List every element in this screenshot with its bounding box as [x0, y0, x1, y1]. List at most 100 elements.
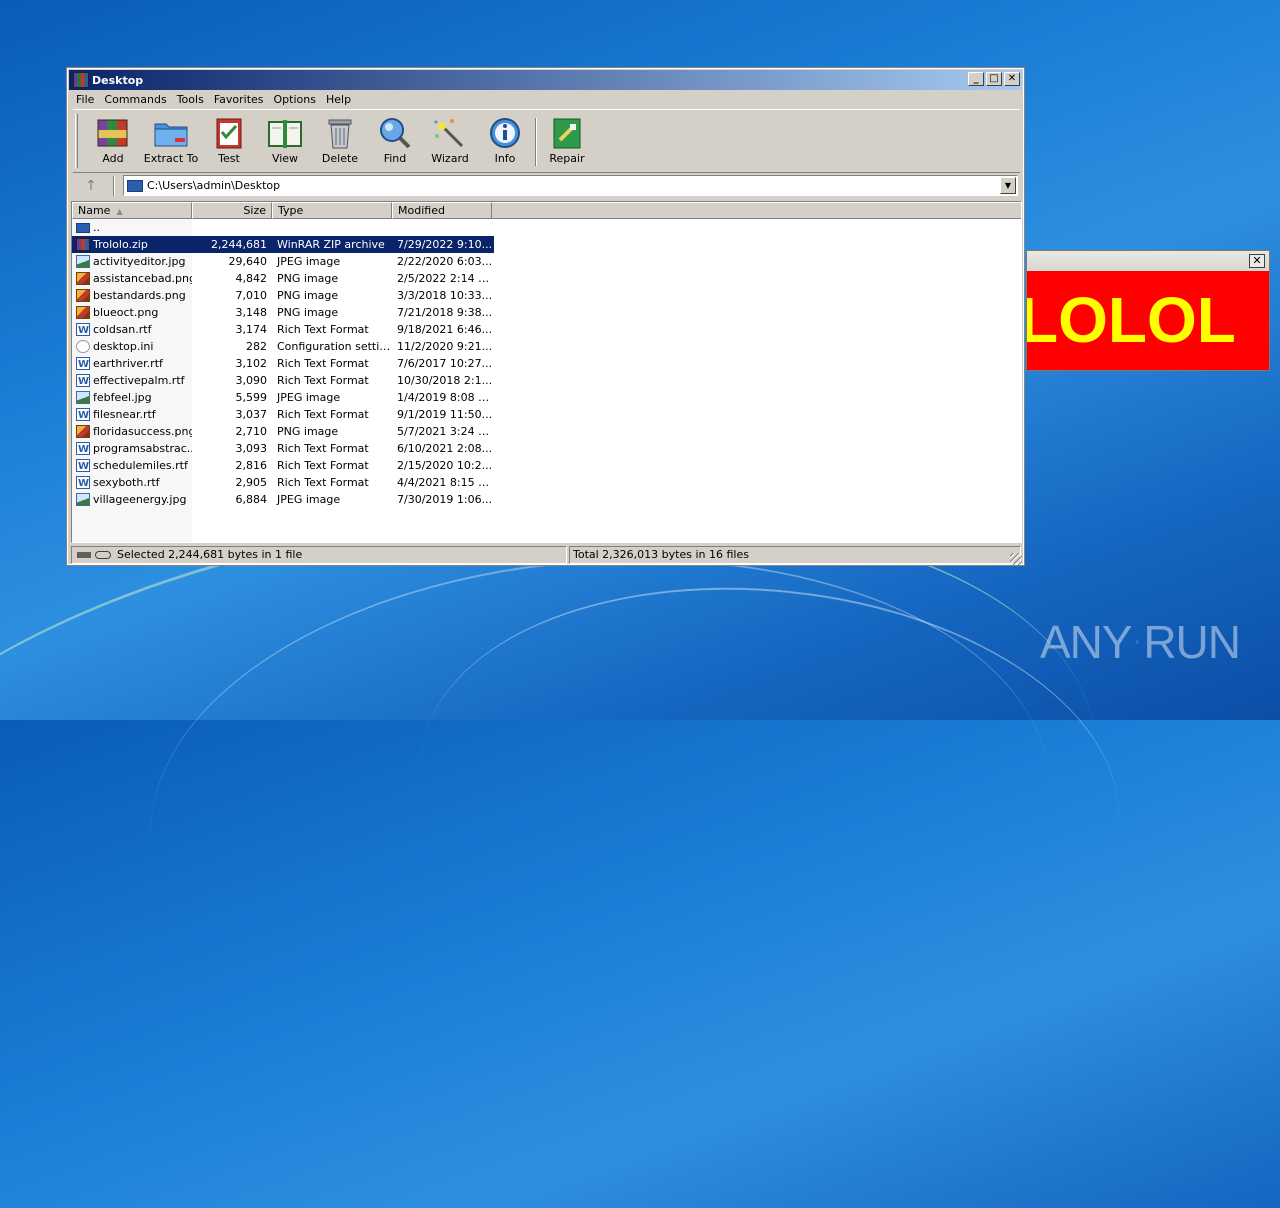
file-name: bestandards.png — [93, 289, 186, 302]
file-size: 2,244,681 — [192, 236, 272, 253]
file-row[interactable]: febfeel.jpg 5,599 JPEG image 1/4/2019 8:08 … — [72, 389, 494, 406]
status-selected-text: Selected 2,244,681 bytes in 1 file — [117, 548, 303, 561]
extract-to-button[interactable]: Extract To — [141, 114, 201, 170]
file-size: 3,102 — [235, 357, 268, 370]
address-field[interactable]: C:\Users\admin\Desktop ▼ — [123, 175, 1018, 196]
menu-file[interactable]: File — [71, 93, 99, 106]
menu-options[interactable]: Options — [269, 93, 321, 106]
file-row[interactable]: desktop.ini 282 Configuration settings 11/2… — [72, 338, 494, 355]
status-bar: Selected 2,244,681 bytes in 1 file Total… — [69, 546, 1022, 565]
column-size[interactable]: Size — [192, 202, 272, 219]
file-size: 2,816 — [235, 459, 268, 472]
toolbar-grip[interactable] — [75, 114, 78, 168]
delete-label: Delete — [321, 152, 359, 165]
file-row[interactable]: effectivepalm.rtf 3,090 Rich Text Format 10… — [72, 372, 494, 389]
close-button[interactable]: ✕ — [1004, 72, 1020, 86]
file-name-cell: sexyboth.rtf — [72, 474, 192, 491]
file-name-cell: .. — [72, 219, 192, 236]
file-name-cell: schedulemiles.rtf — [72, 457, 192, 474]
add-button[interactable]: Add — [83, 114, 143, 170]
up-folder-button[interactable]: ↑ — [81, 177, 101, 195]
file-name: floridasuccess.png — [93, 425, 192, 438]
info-label: Info — [494, 152, 516, 165]
file-name: villageenergy.jpg — [93, 493, 187, 506]
file-modified: 7/30/2019 1:06... — [397, 493, 493, 506]
jpeg-file-icon — [76, 391, 90, 404]
png-file-icon — [76, 272, 90, 285]
maximize-button[interactable]: □ — [986, 72, 1002, 86]
file-type: Rich Text Format — [277, 408, 369, 421]
file-row[interactable]: bestandards.png 7,010 PNG image 3/3/2018 10… — [72, 287, 494, 304]
file-name-cell: bestandards.png — [72, 287, 192, 304]
popup-close-button[interactable]: ✕ — [1249, 254, 1265, 268]
address-dropdown-button[interactable]: ▼ — [1000, 177, 1016, 194]
file-name-cell: desktop.ini — [72, 338, 192, 355]
file-row[interactable]: schedulemiles.rtf 2,816 Rich Text Format 2/… — [72, 457, 494, 474]
column-modified[interactable]: Modified — [392, 202, 492, 219]
settings-file-icon — [76, 340, 90, 353]
file-row[interactable]: .. — [72, 219, 494, 236]
column-name[interactable]: Name ▲ — [72, 202, 192, 219]
file-type: Configuration settings — [277, 340, 392, 353]
column-name-label: Name — [78, 204, 111, 217]
sort-ascending-icon: ▲ — [116, 207, 123, 216]
repair-button[interactable]: Repair — [537, 114, 597, 170]
file-size: 3,093 — [235, 442, 268, 455]
file-modified: 4/4/2021 8:15 AM — [397, 476, 494, 489]
view-button[interactable]: View — [255, 114, 315, 170]
file-row[interactable]: activityeditor.jpg 29,640 JPEG image 2/22/2… — [72, 253, 494, 270]
book-icon — [267, 116, 303, 150]
clipboard-check-icon — [211, 116, 247, 150]
file-name: blueoct.png — [93, 306, 159, 319]
file-row[interactable]: filesnear.rtf 3,037 Rich Text Format 9/1/20… — [72, 406, 494, 423]
view-label: View — [271, 152, 299, 165]
file-type: Rich Text Format — [277, 476, 369, 489]
file-name: Trololo.zip — [93, 238, 148, 251]
file-row[interactable]: blueoct.png 3,148 PNG image 7/21/2018 9:38.… — [72, 304, 494, 321]
find-button[interactable]: Find — [365, 114, 425, 170]
rtf-document-icon — [76, 441, 90, 457]
menu-help[interactable]: Help — [321, 93, 356, 106]
find-label: Find — [383, 152, 407, 165]
wizard-button[interactable]: Wizard — [420, 114, 480, 170]
test-label: Test — [218, 152, 240, 165]
status-total-pane: Total 2,326,013 bytes in 16 files — [569, 546, 1021, 564]
menu-commands[interactable]: Commands — [99, 93, 171, 106]
file-row[interactable]: coldsan.rtf 3,174 Rich Text Format 9/18/202… — [72, 321, 494, 338]
file-type: WinRAR ZIP archive — [272, 236, 392, 253]
lolol-popup-window[interactable]: ✕ LOLOL — [1026, 250, 1270, 371]
toolbar: Add Extract To Test View Delete Find Wiz… — [73, 109, 1020, 173]
test-button[interactable]: Test — [199, 114, 259, 170]
info-button[interactable]: Info — [475, 114, 535, 170]
file-row[interactable]: earthriver.rtf 3,102 Rich Text Format 7/6/2… — [72, 355, 494, 372]
file-row[interactable]: villageenergy.jpg 6,884 JPEG image 7/30/201… — [72, 491, 494, 508]
file-size: 7,010 — [235, 289, 268, 302]
delete-button[interactable]: Delete — [310, 114, 370, 170]
file-list[interactable]: Name ▲ Size Type Modified .. Trololo.zip 2,… — [71, 201, 1022, 543]
file-row[interactable]: programsabstrac... 3,093 Rich Text Format 6… — [72, 440, 494, 457]
winrar-window: Desktop _ □ ✕ File Commands Tools Favori… — [66, 67, 1025, 566]
column-type[interactable]: Type — [272, 202, 392, 219]
file-size: 5,599 — [235, 391, 268, 404]
file-row[interactable]: Trololo.zip 2,244,681 WinRAR ZIP archive 7/… — [72, 236, 494, 253]
jpeg-file-icon — [76, 255, 90, 268]
file-modified: 11/2/2020 9:21... — [397, 340, 493, 353]
jpeg-file-icon — [76, 493, 90, 506]
file-type: PNG image — [277, 306, 339, 319]
resize-grip[interactable] — [1010, 553, 1022, 565]
file-row[interactable]: floridasuccess.png 2,710 PNG image 5/7/2021… — [72, 423, 494, 440]
menu-favorites[interactable]: Favorites — [209, 93, 269, 106]
popup-titlebar[interactable]: ✕ — [1027, 251, 1269, 271]
file-row[interactable]: assistancebad.png 4,842 PNG image 2/5/2022 … — [72, 270, 494, 287]
file-rows: .. Trololo.zip 2,244,681 WinRAR ZIP archive… — [72, 219, 494, 508]
repair-kit-icon — [549, 116, 585, 150]
menu-tools[interactable]: Tools — [172, 93, 209, 106]
window-titlebar[interactable]: Desktop _ □ ✕ — [69, 70, 1022, 90]
file-modified: 9/18/2021 6:46... — [397, 323, 493, 336]
file-row[interactable]: sexyboth.rtf 2,905 Rich Text Format 4/4/202… — [72, 474, 494, 491]
watermark-text-right: RUN — [1143, 616, 1241, 668]
window-title: Desktop — [92, 73, 144, 87]
minimize-button[interactable]: _ — [968, 72, 984, 86]
file-size: 3,148 — [235, 306, 268, 319]
file-type — [272, 219, 392, 236]
